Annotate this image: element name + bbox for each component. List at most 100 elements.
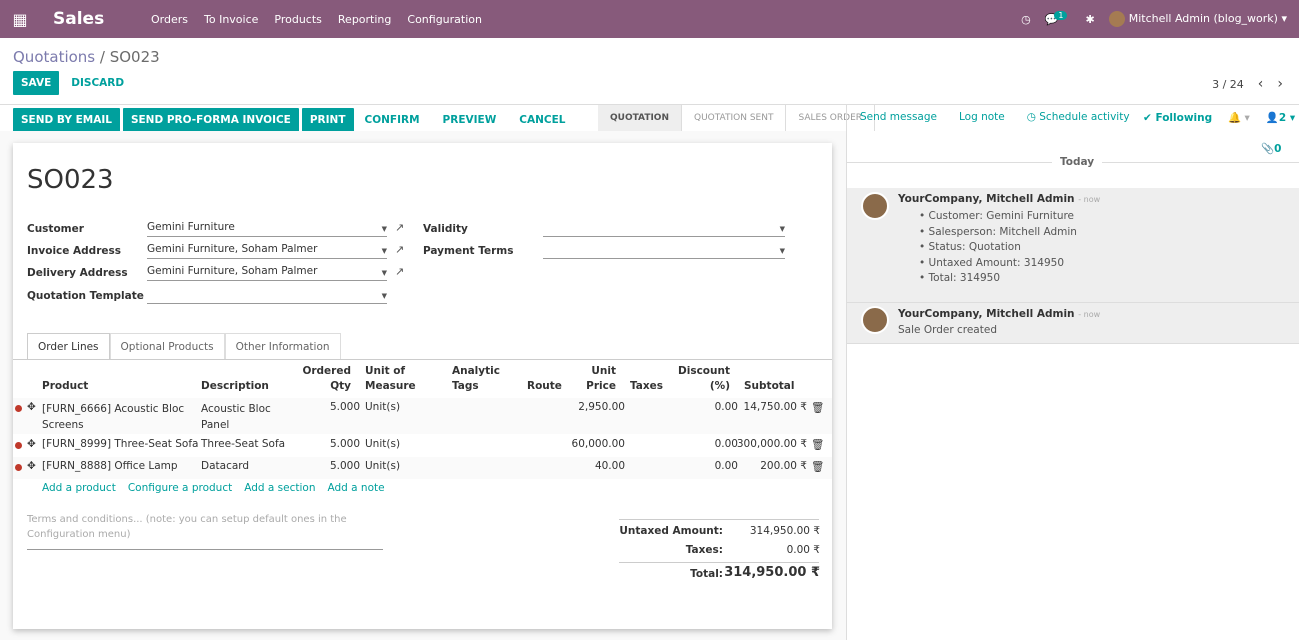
table-row[interactable]: ✥ [FURN_8999] Three-Seat Sofa Three-Seat…: [13, 435, 832, 457]
log-note-button[interactable]: Log note: [959, 111, 1005, 123]
avatar[interactable]: [861, 306, 889, 334]
untaxed-amount: 314,950.00 ₹: [749, 525, 820, 537]
col-analytic-tags[interactable]: Analytic Tags: [452, 364, 500, 394]
external-link-icon[interactable]: ↗: [395, 265, 404, 278]
app-name[interactable]: Sales: [53, 9, 143, 29]
following-label: Following: [1155, 111, 1213, 124]
delivery-address-field[interactable]: Gemini Furniture, Soham Palmer ▼: [147, 265, 387, 281]
tab-optional-products[interactable]: Optional Products: [109, 333, 225, 359]
row-product: [FURN_6666] Acoustic Bloc Screens: [42, 401, 184, 433]
col-price-line1: Unit: [591, 365, 616, 377]
tracking-total: Total: 314950: [928, 272, 1001, 284]
systray: ◷ 💬1 ✱ Mitchell Admin (blog_work) ▾: [1021, 0, 1287, 38]
table-row[interactable]: ✥ [FURN_6666] Acoustic Bloc Screens Acous…: [13, 398, 832, 434]
drag-handle-icon[interactable]: ✥: [27, 401, 36, 413]
drag-handle-icon[interactable]: ✥: [27, 460, 36, 472]
bell-icon[interactable]: 🔔 ▾: [1228, 111, 1250, 124]
col-description[interactable]: Description: [201, 379, 269, 394]
stage-quotation-sent[interactable]: QUOTATION SENT: [682, 105, 787, 131]
message-author: YourCompany, Mitchell Admin - now: [898, 193, 1100, 205]
pager-value[interactable]: 3 / 24: [1212, 78, 1244, 91]
chat-badge: 1: [1054, 10, 1068, 20]
bug-icon[interactable]: ✱: [1085, 13, 1094, 26]
add-product-link[interactable]: Add a product: [42, 482, 116, 494]
caret-down-icon: ▼: [381, 247, 387, 255]
tab-divider: [13, 359, 832, 360]
external-link-icon[interactable]: ↗: [395, 243, 404, 256]
col-unit-price[interactable]: Unit Price: [573, 364, 616, 394]
cancel-button[interactable]: CANCEL: [519, 114, 565, 126]
menu-to-invoice[interactable]: To Invoice: [196, 13, 266, 26]
col-uom[interactable]: Unit of Measure: [365, 364, 416, 394]
discard-button[interactable]: DISCARD: [71, 77, 124, 89]
stage-quotation[interactable]: QUOTATION: [598, 105, 682, 131]
validity-field[interactable]: ▼: [543, 221, 785, 237]
terms-conditions-input[interactable]: Terms and conditions... (note: you can s…: [27, 512, 383, 550]
col-product[interactable]: Product: [42, 379, 88, 394]
col-discount[interactable]: Discount (%): [673, 364, 730, 394]
chevron-left-icon[interactable]: ‹: [1258, 76, 1264, 92]
followers-count: 2: [1278, 112, 1287, 124]
label-payment-terms: Payment Terms: [423, 245, 514, 257]
following-button[interactable]: ✔ Following: [1143, 112, 1212, 124]
apps-grid-icon[interactable]: ▦: [0, 10, 40, 29]
col-qty[interactable]: Ordered Qty: [293, 364, 351, 394]
clock-icon[interactable]: ◷: [1021, 13, 1031, 26]
status-buttons: SEND BY EMAIL SEND PRO-FORMA INVOICE PRI…: [13, 108, 566, 132]
breadcrumb-quotations[interactable]: Quotations: [13, 48, 95, 66]
drag-handle-icon[interactable]: ✥: [27, 438, 36, 450]
add-note-link[interactable]: Add a note: [327, 482, 384, 494]
tab-order-lines[interactable]: Order Lines: [27, 333, 110, 359]
table-row[interactable]: ✥ [FURN_8888] Office Lamp Datacard 5.000…: [13, 457, 832, 479]
avatar[interactable]: [861, 192, 889, 220]
send-by-email-button[interactable]: SEND BY EMAIL: [13, 108, 120, 132]
send-message-button[interactable]: Send message: [860, 111, 937, 123]
chatter: Send message Log note ◷ Schedule activit…: [846, 104, 1299, 640]
menu-orders[interactable]: Orders: [143, 13, 196, 26]
author-name[interactable]: YourCompany, Mitchell Admin: [898, 193, 1075, 205]
external-link-icon[interactable]: ↗: [395, 221, 404, 234]
menu-reporting[interactable]: Reporting: [330, 13, 399, 26]
configure-product-link[interactable]: Configure a product: [128, 482, 232, 494]
trash-icon[interactable]: 🗑: [811, 460, 824, 473]
print-button[interactable]: PRINT: [301, 108, 354, 132]
customer-field[interactable]: Gemini Furniture ▼: [147, 221, 387, 237]
col-subtotal[interactable]: Subtotal: [744, 379, 795, 394]
followers-button[interactable]: 👤2 ▾: [1266, 111, 1295, 124]
col-taxes[interactable]: Taxes: [630, 379, 663, 394]
chevron-right-icon[interactable]: ›: [1277, 76, 1283, 92]
trash-icon[interactable]: 🗑: [811, 438, 824, 451]
author-name[interactable]: YourCompany, Mitchell Admin: [898, 308, 1075, 320]
schedule-activity-button[interactable]: ◷ Schedule activity: [1027, 111, 1130, 123]
payment-terms-field[interactable]: ▼: [543, 243, 785, 259]
trash-icon[interactable]: 🗑: [811, 401, 824, 414]
label-customer: Customer: [27, 223, 84, 235]
invoice-address-value: Gemini Furniture, Soham Palmer: [147, 243, 318, 255]
taxes-amount: 0.00 ₹: [786, 544, 820, 556]
user-menu[interactable]: Mitchell Admin (blog_work) ▾: [1108, 11, 1287, 27]
send-proforma-button[interactable]: SEND PRO-FORMA INVOICE: [122, 108, 299, 132]
col-route[interactable]: Route: [527, 379, 562, 394]
quotation-template-field[interactable]: ▼: [147, 288, 387, 304]
avatar: [1108, 11, 1125, 27]
preview-button[interactable]: PREVIEW: [443, 114, 497, 126]
label-validity: Validity: [423, 223, 468, 235]
caret-down-icon: ▼: [779, 247, 785, 255]
attachments-button[interactable]: 📎0: [1261, 142, 1281, 155]
chat-icon[interactable]: 💬1: [1045, 10, 1072, 26]
row-desc-line1: Acoustic Bloc: [201, 403, 271, 415]
menu-products[interactable]: Products: [266, 13, 330, 26]
tracking-status: Status: Quotation: [928, 241, 1021, 253]
main-menu: Orders To Invoice Products Reporting Con…: [143, 13, 490, 26]
save-button[interactable]: SAVE: [13, 71, 60, 95]
totals-divider: [619, 562, 819, 563]
warning-dot-icon: [15, 464, 22, 471]
tracking-line: • Total: 314950: [919, 272, 1001, 284]
tab-other-information[interactable]: Other Information: [224, 333, 341, 359]
add-section-link[interactable]: Add a section: [244, 482, 315, 494]
invoice-address-field[interactable]: Gemini Furniture, Soham Palmer ▼: [147, 243, 387, 259]
confirm-button[interactable]: CONFIRM: [365, 114, 420, 126]
menu-configuration[interactable]: Configuration: [399, 13, 490, 26]
user-icon: 👤: [1265, 112, 1279, 124]
add-line-links: Add a product Configure a product Add a …: [42, 482, 385, 494]
